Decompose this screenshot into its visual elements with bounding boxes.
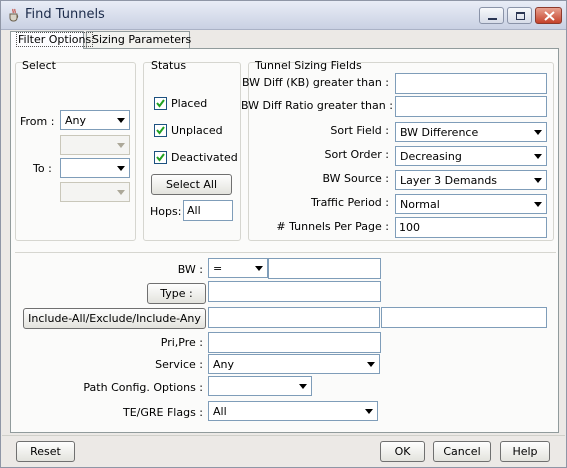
sort-order-label: Sort Order : bbox=[324, 148, 389, 161]
chevron-down-icon bbox=[117, 143, 125, 148]
pri-pre-field[interactable] bbox=[208, 332, 381, 353]
help-button[interactable]: Help bbox=[500, 441, 550, 462]
deactivated-label: Deactivated bbox=[171, 151, 238, 164]
checkmark-icon bbox=[156, 126, 165, 135]
maximize-icon bbox=[516, 12, 525, 20]
include-field-right[interactable] bbox=[381, 307, 547, 328]
chevron-down-icon bbox=[117, 190, 125, 195]
close-icon bbox=[544, 11, 555, 21]
from-select[interactable]: Any bbox=[60, 110, 130, 130]
traffic-period-select[interactable]: Normal bbox=[395, 194, 547, 214]
close-button[interactable] bbox=[535, 7, 562, 24]
chevron-down-icon bbox=[534, 154, 542, 159]
window-title: Find Tunnels bbox=[25, 7, 105, 22]
pri-pre-label: Pri,Pre : bbox=[160, 336, 203, 349]
minimize-button[interactable] bbox=[479, 7, 504, 24]
bw-operator-select[interactable]: = bbox=[208, 258, 268, 278]
unplaced-label: Unplaced bbox=[171, 124, 223, 137]
to-label: To : bbox=[33, 162, 52, 175]
from-sub-select bbox=[60, 135, 130, 155]
status-group-title: Status bbox=[151, 59, 187, 72]
tunnels-per-page-label: # Tunnels Per Page : bbox=[276, 220, 389, 233]
sort-field-select[interactable]: BW Difference bbox=[395, 122, 547, 142]
deactivated-checkbox[interactable] bbox=[154, 151, 167, 164]
placed-checkbox[interactable] bbox=[154, 97, 167, 110]
sort-order-value: Decreasing bbox=[400, 150, 462, 163]
chevron-down-icon bbox=[534, 202, 542, 207]
from-label: From : bbox=[20, 115, 55, 128]
bw-source-value: Layer 3 Demands bbox=[400, 174, 498, 187]
from-select-value: Any bbox=[65, 114, 87, 127]
chevron-down-icon bbox=[299, 384, 307, 389]
sort-field-value: BW Difference bbox=[400, 126, 479, 139]
sort-field-label: Sort Field : bbox=[330, 124, 389, 137]
bw-diff-label: BW Diff (KB) greater than : bbox=[241, 76, 389, 89]
filter-options-panel: Select From : Any To : Status Placed Unp… bbox=[10, 48, 559, 433]
hops-label: Hops: bbox=[150, 205, 182, 218]
checkmark-icon bbox=[156, 99, 165, 108]
java-cup-icon bbox=[9, 8, 19, 22]
placed-label: Placed bbox=[171, 97, 208, 110]
te-gre-select[interactable]: All bbox=[208, 401, 378, 421]
select-group-title: Select bbox=[22, 59, 56, 72]
bw-value-field[interactable] bbox=[268, 258, 381, 279]
chevron-down-icon bbox=[255, 266, 263, 271]
include-exclude-button[interactable]: Include-All/Exclude/Include-Any bbox=[23, 308, 206, 329]
minimize-icon bbox=[488, 18, 497, 20]
tunnel-sizing-title: Tunnel Sizing Fields bbox=[255, 59, 362, 72]
tab-label: Sizing Parameters bbox=[92, 33, 192, 46]
tunnels-per-page-field[interactable]: 100 bbox=[395, 217, 547, 238]
service-value: Any bbox=[213, 358, 235, 371]
service-select[interactable]: Any bbox=[208, 354, 380, 374]
te-gre-value: All bbox=[213, 405, 227, 418]
tab-sizing-parameters[interactable]: Sizing Parameters bbox=[86, 31, 192, 48]
title-bar: Find Tunnels bbox=[1, 1, 566, 30]
checkmark-icon bbox=[156, 153, 165, 162]
path-config-label: Path Config. Options : bbox=[83, 381, 203, 394]
service-label: Service : bbox=[155, 358, 203, 371]
chevron-down-icon bbox=[534, 130, 542, 135]
reset-button[interactable]: Reset bbox=[16, 441, 75, 462]
bw-ratio-label: BW Diff Ratio greater than : bbox=[241, 99, 393, 112]
to-sub-select bbox=[60, 182, 130, 202]
bw-source-select[interactable]: Layer 3 Demands bbox=[395, 170, 547, 190]
path-config-select[interactable] bbox=[208, 376, 312, 396]
type-field[interactable] bbox=[208, 281, 381, 302]
to-select[interactable] bbox=[60, 158, 130, 178]
sort-order-select[interactable]: Decreasing bbox=[395, 146, 547, 166]
te-gre-label: TE/GRE Flags : bbox=[122, 406, 203, 419]
bw-label: BW : bbox=[177, 263, 203, 276]
bw-diff-field[interactable] bbox=[395, 73, 547, 94]
bw-operator-value: = bbox=[213, 262, 223, 275]
footer-separator bbox=[2, 435, 565, 436]
select-all-button[interactable]: Select All bbox=[151, 174, 232, 195]
chevron-down-icon bbox=[365, 409, 373, 414]
cancel-button[interactable]: Cancel bbox=[433, 441, 491, 462]
bw-source-label: BW Source : bbox=[322, 172, 389, 185]
chevron-down-icon bbox=[117, 118, 125, 123]
ok-button[interactable]: OK bbox=[380, 441, 425, 462]
unplaced-checkbox[interactable] bbox=[154, 124, 167, 137]
section-divider bbox=[15, 252, 556, 253]
chevron-down-icon bbox=[117, 166, 125, 171]
include-field-left[interactable] bbox=[208, 307, 380, 328]
hops-field[interactable]: All bbox=[183, 200, 233, 221]
tab-label: Filter Options bbox=[16, 32, 94, 47]
find-tunnels-dialog: Find Tunnels Filter Options Sizing Param… bbox=[0, 0, 567, 468]
traffic-period-value: Normal bbox=[400, 198, 440, 211]
chevron-down-icon bbox=[367, 362, 375, 367]
bw-ratio-field[interactable] bbox=[395, 96, 547, 117]
maximize-button[interactable] bbox=[507, 7, 532, 24]
tab-filter-options[interactable]: Filter Options bbox=[10, 31, 94, 49]
type-button[interactable]: Type : bbox=[147, 283, 206, 304]
chevron-down-icon bbox=[534, 178, 542, 183]
traffic-period-label: Traffic Period : bbox=[310, 196, 389, 209]
